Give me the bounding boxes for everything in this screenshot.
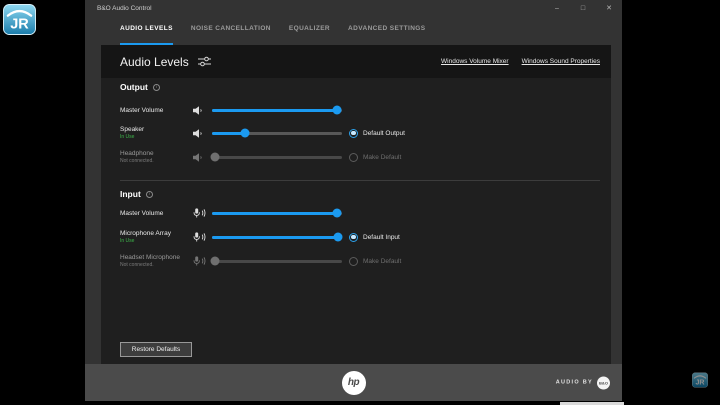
input-title-text: Input bbox=[120, 189, 141, 199]
make-default-radio-group: Make Default bbox=[349, 257, 401, 266]
row-label: Microphone Array In Use bbox=[120, 230, 193, 245]
page-title: Audio Levels bbox=[120, 55, 189, 69]
output-section-title: Output i bbox=[120, 82, 160, 92]
slider-track bbox=[212, 260, 342, 263]
windows-volume-mixer-link[interactable]: Windows Volume Mixer bbox=[441, 58, 509, 65]
slider-track bbox=[212, 156, 342, 159]
slider-thumb[interactable] bbox=[240, 129, 249, 138]
section-divider bbox=[120, 180, 600, 181]
radio-unselected[interactable] bbox=[349, 153, 358, 162]
window-footer: hp AUDIO BY B&O bbox=[85, 364, 622, 401]
row-label-text: Master Volume bbox=[120, 107, 193, 114]
window-controls: – □ ✕ bbox=[544, 0, 622, 17]
tune-sliders-icon bbox=[198, 56, 211, 67]
status-badge: Not connected. bbox=[120, 158, 193, 164]
slider-fill bbox=[212, 109, 337, 112]
output-title-text: Output bbox=[120, 82, 148, 92]
row-label-text: Headphone bbox=[120, 150, 193, 157]
row-label-text: Microphone Array bbox=[120, 230, 193, 237]
row-label: Headphone Not connected. bbox=[120, 150, 193, 165]
volume-slider-disabled bbox=[212, 257, 342, 266]
audio-by-bo-branding: AUDIO BY B&O bbox=[556, 376, 610, 389]
mic-icon bbox=[193, 232, 212, 242]
jr-watermark-logo: JR bbox=[3, 4, 36, 35]
info-icon[interactable]: i bbox=[146, 191, 153, 198]
slider-thumb[interactable] bbox=[334, 233, 343, 242]
volume-slider-disabled bbox=[212, 153, 342, 162]
close-button[interactable]: ✕ bbox=[596, 0, 622, 17]
tab-equalizer[interactable]: EQUALIZER bbox=[289, 25, 330, 45]
radio-unselected[interactable] bbox=[349, 257, 358, 266]
input-section-title: Input i bbox=[120, 189, 153, 199]
slider-track[interactable] bbox=[212, 236, 342, 239]
tab-noise-cancellation[interactable]: NOISE CANCELLATION bbox=[191, 25, 271, 45]
jr-watermark-logo-small: JR bbox=[692, 372, 708, 388]
status-badge: In Use bbox=[120, 238, 193, 244]
input-microphone-array-row: Microphone Array In Use bbox=[120, 228, 400, 246]
radio-selected[interactable] bbox=[349, 129, 358, 138]
slider-fill bbox=[212, 212, 337, 215]
hp-logo-text: hp bbox=[348, 377, 359, 388]
header-links: Windows Volume Mixer Windows Sound Prope… bbox=[441, 58, 600, 65]
volume-slider[interactable] bbox=[212, 209, 342, 218]
audio-by-text: AUDIO BY bbox=[556, 380, 593, 386]
hp-logo: hp bbox=[342, 371, 366, 395]
volume-slider[interactable] bbox=[212, 106, 342, 115]
panel-content: Output i Master Volume bbox=[101, 78, 611, 364]
status-badge: In Use bbox=[120, 134, 193, 140]
row-label-text: Speaker bbox=[120, 126, 193, 133]
slider-thumb[interactable] bbox=[332, 209, 341, 218]
minimize-button[interactable]: – bbox=[544, 0, 570, 17]
volume-slider[interactable] bbox=[212, 233, 342, 242]
radio-label: Make Default bbox=[363, 258, 401, 265]
radio-label: Default Input bbox=[363, 234, 400, 241]
maximize-button[interactable]: □ bbox=[570, 0, 596, 17]
status-badge: Not connected. bbox=[120, 262, 193, 268]
make-default-radio-group: Make Default bbox=[349, 153, 401, 162]
svg-text:JR: JR bbox=[695, 379, 704, 386]
volume-slider[interactable] bbox=[212, 129, 342, 138]
input-headset-microphone-row: Headset Microphone Not connected. bbox=[120, 252, 401, 270]
row-label-text: Headset Microphone bbox=[120, 254, 193, 261]
radio-selected[interactable] bbox=[349, 233, 358, 242]
restore-defaults-button[interactable]: Restore Defaults bbox=[120, 342, 192, 357]
row-label: Master Volume bbox=[120, 210, 193, 217]
info-icon[interactable]: i bbox=[153, 84, 160, 91]
window-title: B&O Audio Control bbox=[97, 5, 152, 12]
output-headphone-row: Headphone Not connected. bbox=[120, 148, 401, 166]
output-master-volume-row: Master Volume bbox=[120, 101, 342, 119]
default-output-radio-group: Default Output bbox=[349, 129, 405, 138]
row-label-text: Master Volume bbox=[120, 210, 193, 217]
slider-fill bbox=[212, 236, 338, 239]
tab-advanced-settings[interactable]: ADVANCED SETTINGS bbox=[348, 25, 425, 45]
mic-icon bbox=[193, 208, 212, 218]
titlebar: B&O Audio Control – □ ✕ bbox=[85, 0, 622, 17]
speaker-icon bbox=[193, 106, 212, 115]
radio-label: Default Output bbox=[363, 130, 405, 137]
row-label: Speaker In Use bbox=[120, 126, 193, 141]
tab-bar: AUDIO LEVELS NOISE CANCELLATION EQUALIZE… bbox=[85, 17, 622, 45]
slider-track[interactable] bbox=[212, 132, 342, 135]
bo-audio-control-window: B&O Audio Control – □ ✕ AUDIO LEVELS NOI… bbox=[85, 0, 622, 401]
row-label: Headset Microphone Not connected. bbox=[120, 254, 193, 269]
row-label: Master Volume bbox=[120, 107, 193, 114]
slider-thumb[interactable] bbox=[332, 106, 341, 115]
slider-thumb bbox=[210, 257, 219, 266]
svg-text:JR: JR bbox=[10, 17, 29, 33]
tab-audio-levels[interactable]: AUDIO LEVELS bbox=[120, 25, 173, 45]
desktop: JR B&O Audio Control – □ ✕ AUDIO LEVELS … bbox=[0, 0, 720, 405]
bang-olufsen-logo: B&O bbox=[597, 376, 610, 389]
windows-sound-properties-link[interactable]: Windows Sound Properties bbox=[522, 58, 600, 65]
input-master-volume-row: Master Volume bbox=[120, 204, 342, 222]
output-speaker-row: Speaker In Use bbox=[120, 124, 405, 142]
speaker-icon bbox=[193, 129, 212, 138]
audio-levels-panel: Audio Levels Windows Volume Mixer Window… bbox=[101, 45, 611, 364]
radio-label: Make Default bbox=[363, 154, 401, 161]
default-input-radio-group: Default Input bbox=[349, 233, 400, 242]
panel-header: Audio Levels Windows Volume Mixer Window… bbox=[101, 45, 611, 78]
slider-thumb bbox=[210, 153, 219, 162]
slider-track[interactable] bbox=[212, 212, 342, 215]
slider-track[interactable] bbox=[212, 109, 342, 112]
